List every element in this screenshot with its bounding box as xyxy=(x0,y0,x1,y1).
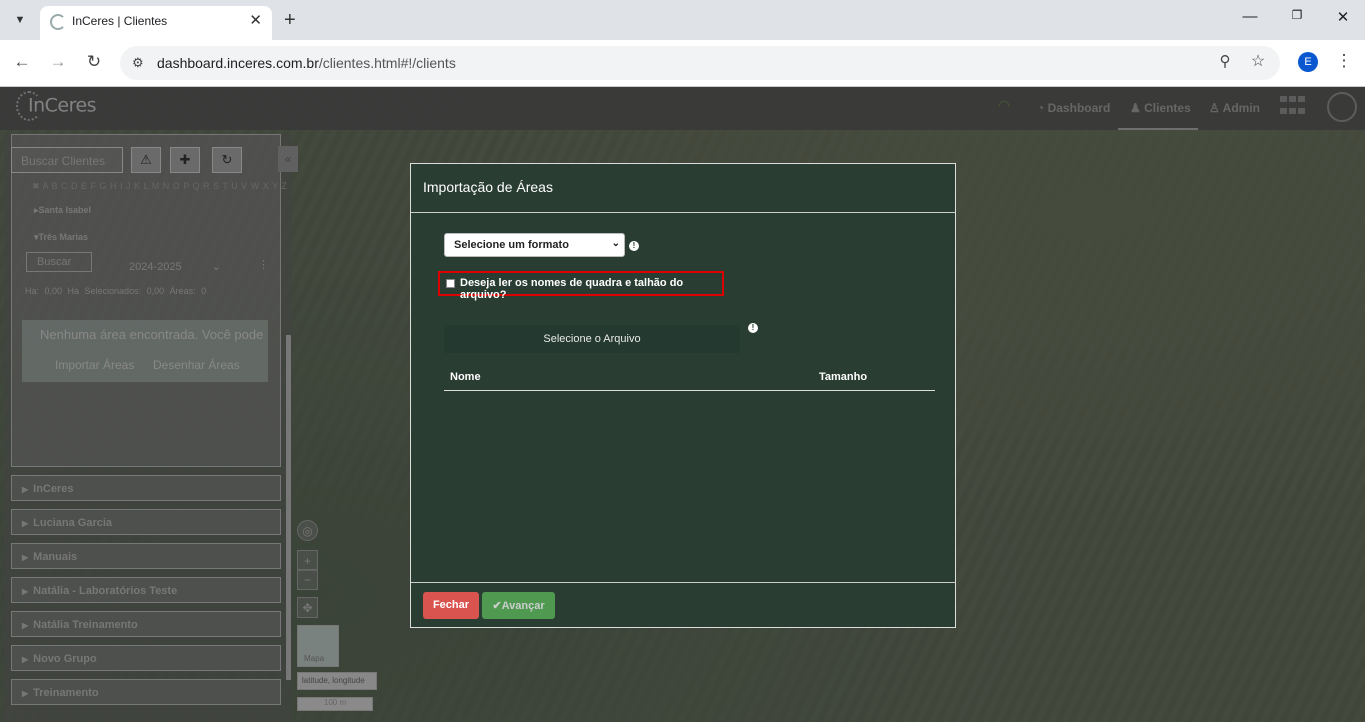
zoom-in-button[interactable]: + xyxy=(297,550,318,571)
import-areas-button[interactable]: Importar Áreas xyxy=(55,358,134,372)
kebab-menu-icon[interactable]: ⋮ xyxy=(258,258,269,271)
caret-right-icon: ▶ xyxy=(22,485,29,494)
caret-right-icon: ▶ xyxy=(22,689,29,698)
col-name: Nome xyxy=(450,371,481,383)
zoom-icon[interactable]: ⚲ xyxy=(1213,52,1237,70)
read-names-checkbox[interactable] xyxy=(446,279,455,288)
plus-icon: ✚ xyxy=(179,152,191,167)
url-host: dashboard.inceres.com.br xyxy=(157,55,319,71)
area-search-input[interactable]: Buscar xyxy=(26,252,92,272)
map-scale: 100 m xyxy=(297,697,373,711)
locate-icon[interactable]: ◎ xyxy=(297,520,318,541)
sidebar-scrollbar[interactable] xyxy=(286,335,291,680)
caret-right-icon: ▶ xyxy=(22,587,29,596)
empty-state: Nenhuma área encontrada. Você pode Impor… xyxy=(22,320,268,382)
import-areas-modal: Importação de Áreas Selecione um formato… xyxy=(410,163,956,628)
tab-search-icon[interactable]: ▼ xyxy=(8,8,32,32)
alphabet-filter[interactable]: ✖ A B C D E F G H I J K L M N O P Q R S … xyxy=(32,181,287,192)
reload-icon[interactable]: ↻ xyxy=(82,52,106,72)
address-bar[interactable]: ⚙ dashboard.inceres.com.br/clientes.html… xyxy=(120,46,1280,80)
group-item[interactable]: ▶ Manuais xyxy=(11,543,281,569)
check-icon: ✔ xyxy=(492,600,502,612)
refresh-button[interactable]: ↻ xyxy=(212,147,242,173)
inceres-favicon-icon xyxy=(50,14,66,30)
new-tab-icon[interactable]: + xyxy=(284,8,296,32)
chevron-down-icon: ⌄ xyxy=(611,238,620,249)
group-item[interactable]: ▶ Luciana Garcia xyxy=(11,509,281,535)
bookmark-star-icon[interactable]: ☆ xyxy=(1246,51,1270,71)
caret-right-icon: ▶ xyxy=(22,553,29,562)
double-chevron-left-icon: « xyxy=(284,152,292,166)
file-table-header: Nome Tamanho xyxy=(444,369,935,391)
group-item[interactable]: ▶ Natália - Laboratórios Teste xyxy=(11,577,281,603)
browser-menu-icon[interactable]: ⋮ xyxy=(1332,51,1356,71)
forward-icon[interactable]: → xyxy=(46,52,70,72)
tab-close-icon[interactable]: ✕ xyxy=(249,11,262,29)
warning-button[interactable]: ⚠ xyxy=(131,147,161,173)
group-item[interactable]: ▶ Treinamento xyxy=(11,679,281,705)
browser-tab[interactable]: InCeres | Clientes ✕ xyxy=(40,6,272,40)
close-button[interactable]: Fechar xyxy=(423,592,479,619)
group-item[interactable]: ▶ Natália Treinamento xyxy=(11,611,281,637)
season-select[interactable]: 2024-2025 ⌄ xyxy=(129,260,221,273)
tab-title: InCeres | Clientes xyxy=(72,14,168,28)
farm-tres-marias[interactable]: ▾Três Marias xyxy=(34,232,88,243)
select-file-button[interactable]: Selecione o Arquivo xyxy=(444,325,740,353)
site-info-icon[interactable]: ⚙ xyxy=(132,55,144,71)
read-names-label[interactable]: Deseja ler os nomes de quadra e talhão d… xyxy=(460,277,722,301)
minimize-icon[interactable]: — xyxy=(1240,8,1260,25)
modal-footer: Fechar ✔Avançar xyxy=(411,582,955,627)
read-names-checkbox-row[interactable]: Deseja ler os nomes de quadra e talhão d… xyxy=(438,271,724,301)
window-close-icon[interactable]: ✕ xyxy=(1333,8,1353,26)
map-layer-thumbnail[interactable]: Mapa xyxy=(297,625,339,667)
client-search-input[interactable]: Buscar Clientes xyxy=(11,147,123,173)
col-size: Tamanho xyxy=(819,371,868,383)
zoom-out-button[interactable]: − xyxy=(297,569,318,590)
collapse-sidebar-button[interactable]: « xyxy=(278,146,298,172)
modal-header: Importação de Áreas xyxy=(411,164,955,213)
restore-icon[interactable]: ❐ xyxy=(1287,8,1307,22)
pan-move-icon[interactable]: ✥ xyxy=(297,597,318,618)
farm-santa-isabel[interactable]: ▸Santa Isabel xyxy=(34,205,91,216)
warning-icon: ⚠ xyxy=(140,152,152,167)
next-button[interactable]: ✔Avançar xyxy=(482,592,555,619)
browser-toolbar: ← → ↻ ⚙ dashboard.inceres.com.br/cliente… xyxy=(0,40,1365,87)
coordinates-readout: latitude, longitude xyxy=(297,672,377,690)
back-icon[interactable]: ← xyxy=(10,52,34,72)
draw-areas-button[interactable]: Desenhar Áreas xyxy=(153,358,240,372)
modal-title: Importação de Áreas xyxy=(423,179,553,195)
caret-right-icon: ▶ xyxy=(22,655,29,664)
format-select[interactable]: Selecione um formato ⌄ xyxy=(444,233,625,257)
info-icon[interactable]: ! xyxy=(748,323,758,333)
add-client-button[interactable]: ✚ xyxy=(170,147,200,173)
chevron-down-icon: ⌄ xyxy=(211,261,221,273)
group-item[interactable]: ▶ Novo Grupo xyxy=(11,645,281,671)
info-icon[interactable]: ! xyxy=(629,241,639,251)
caret-right-icon: ▶ xyxy=(22,519,29,528)
refresh-icon: ↻ xyxy=(221,152,233,167)
url-path: /clientes.html#!/clients xyxy=(318,55,456,71)
caret-right-icon: ▶ xyxy=(22,621,29,630)
profile-avatar[interactable]: E xyxy=(1298,52,1318,72)
empty-message: Nenhuma área encontrada. Você pode xyxy=(40,327,264,342)
area-stats: Ha: 0,00 Ha Selecionados: 0,00 Áreas: 0 xyxy=(25,286,207,296)
group-item[interactable]: ▶ InCeres xyxy=(11,475,281,501)
